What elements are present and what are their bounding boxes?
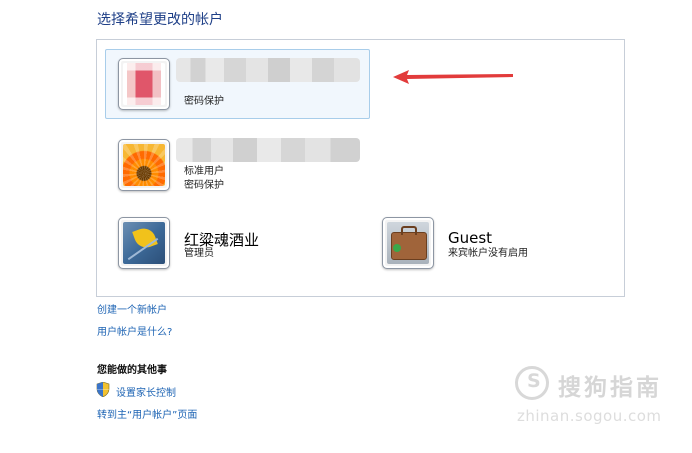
goto-main-accounts-link[interactable]: 转到主“用户帐户”页面 xyxy=(97,406,197,421)
account-type: 来宾帐户没有启用 xyxy=(448,248,528,259)
account-name: Guest xyxy=(448,229,493,247)
red-arrow-icon xyxy=(393,70,513,84)
account-tile-guest[interactable]: Guest 来宾帐户没有启用 xyxy=(369,208,621,278)
account-tile-2[interactable]: 标准用户 密码保护 xyxy=(105,128,370,198)
account-name-redacted xyxy=(176,138,360,162)
account-tile-1[interactable]: 密码保护 xyxy=(105,49,370,119)
account-type: 标准用户 xyxy=(184,166,224,177)
other-tasks-heading: 您能做的其他事 xyxy=(97,365,167,376)
watermark-brand: 搜狗指南 xyxy=(558,375,662,401)
account-type: 管理员 xyxy=(184,248,214,259)
account-tile-3[interactable]: 红粱魂酒业 管理员 xyxy=(105,208,370,278)
account-password-status: 密码保护 xyxy=(184,180,224,191)
uac-shield-icon xyxy=(96,382,110,397)
account-name-redacted xyxy=(176,58,360,82)
what-is-account-link[interactable]: 用户帐户是什么? xyxy=(97,323,172,338)
suitcase-avatar xyxy=(382,217,434,269)
watermark-url: zhinan.sogou.com xyxy=(517,407,662,425)
accounts-panel: 密码保护 标准用户 密码保护 红粱魂酒业 管理员 Guest 来宾帐户没有启用 xyxy=(96,39,625,297)
watermark-logo-letter: S xyxy=(527,370,541,392)
flower-avatar xyxy=(118,139,170,191)
create-account-link[interactable]: 创建一个新帐户 xyxy=(97,301,167,316)
parental-control-link[interactable]: 设置家长控制 xyxy=(116,384,176,399)
blurred-avatar xyxy=(118,58,170,110)
leaf-avatar xyxy=(118,217,170,269)
page-title: 选择希望更改的帐户 xyxy=(97,12,223,28)
account-password-status: 密码保护 xyxy=(184,96,224,107)
